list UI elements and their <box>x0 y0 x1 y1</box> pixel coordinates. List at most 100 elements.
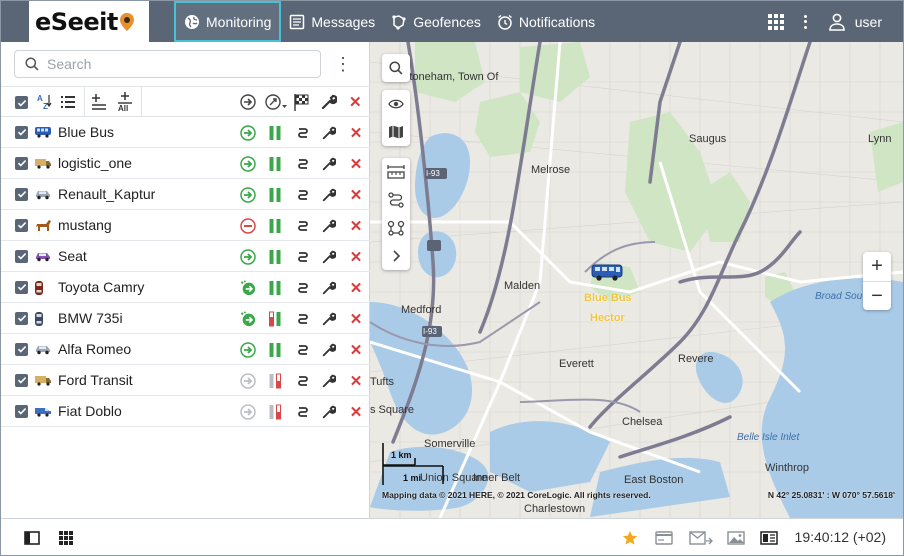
unit-checkbox[interactable] <box>15 311 28 325</box>
unit-row[interactable]: Ford Transit ✕ <box>1 365 370 396</box>
unit-name[interactable]: Fiat Doblo <box>58 403 122 419</box>
unit-name[interactable]: Toyota Camry <box>58 279 144 295</box>
delete-icon[interactable]: ✕ <box>348 187 364 204</box>
image-icon[interactable] <box>727 529 745 547</box>
unit-checkbox[interactable] <box>15 373 28 387</box>
delete-icon[interactable]: ✕ <box>348 218 364 235</box>
unit-row[interactable]: Blue Bus ✕ <box>1 117 370 148</box>
header-motion-icon[interactable] <box>240 94 256 110</box>
ignition-state-icon[interactable] <box>267 404 283 420</box>
motion-state-icon[interactable] <box>240 218 256 234</box>
unit-row[interactable]: BMW 735i ✕ <box>1 303 370 334</box>
user-name[interactable]: user <box>855 14 882 30</box>
add-unit-icon[interactable] <box>91 93 107 111</box>
favorites-star-icon[interactable] <box>621 529 639 547</box>
motion-state-icon[interactable] <box>240 125 256 141</box>
link-icon[interactable] <box>295 404 311 420</box>
link-icon[interactable] <box>295 342 311 358</box>
unit-row[interactable]: mustang ✕ <box>1 210 370 241</box>
link-icon[interactable] <box>295 125 311 141</box>
link-icon[interactable] <box>295 373 311 389</box>
motion-state-icon[interactable] <box>240 280 256 296</box>
unit-checkbox[interactable] <box>15 156 28 170</box>
unit-name[interactable]: Seat <box>58 248 87 264</box>
map-layers-button[interactable] <box>382 118 410 146</box>
delete-icon[interactable]: ✕ <box>348 404 364 421</box>
ignition-state-icon[interactable] <box>267 125 283 141</box>
tab-messages[interactable]: Messages <box>281 1 383 42</box>
delete-icon[interactable]: ✕ <box>348 249 364 266</box>
motion-state-icon[interactable] <box>240 156 256 172</box>
unit-checkbox[interactable] <box>15 218 28 232</box>
link-icon[interactable] <box>295 249 311 265</box>
more-vertical-icon[interactable] <box>801 13 811 31</box>
motion-state-icon[interactable] <box>240 342 256 358</box>
app-logo[interactable]: eSeeit <box>29 1 149 42</box>
ignition-state-icon[interactable] <box>267 373 283 389</box>
list-view-icon[interactable] <box>61 95 75 109</box>
wrench-icon[interactable] <box>321 249 337 265</box>
map-view[interactable]: Stoneham, Town Of Melrose Saugus Lynn Ma… <box>370 42 903 518</box>
bus-marker-icon[interactable] <box>591 262 623 282</box>
tab-notifications[interactable]: Notifications <box>489 1 603 42</box>
tab-monitoring[interactable]: Monitoring <box>174 1 282 42</box>
unit-row[interactable]: Seat ✕ <box>1 241 370 272</box>
zoom-in-button[interactable]: + <box>863 252 891 281</box>
header-wrench-icon[interactable] <box>321 94 338 110</box>
ignition-state-icon[interactable] <box>267 342 283 358</box>
wrench-icon[interactable] <box>321 187 337 203</box>
delete-icon[interactable]: ✕ <box>348 156 364 173</box>
wrench-icon[interactable] <box>321 342 337 358</box>
list-options-icon[interactable]: ⋮ <box>333 54 353 74</box>
unit-name[interactable]: Alfa Romeo <box>58 341 131 357</box>
unit-name[interactable]: mustang <box>58 217 112 233</box>
wrench-icon[interactable] <box>321 125 337 141</box>
wrench-icon[interactable] <box>321 373 337 389</box>
zoom-out-button[interactable]: − <box>863 281 891 310</box>
tab-geofences[interactable]: Geofences <box>383 1 489 42</box>
link-icon[interactable] <box>295 311 311 327</box>
link-icon[interactable] <box>295 280 311 296</box>
ignition-state-icon[interactable] <box>267 280 283 296</box>
unit-checkbox[interactable] <box>15 249 28 263</box>
apps-grid-icon[interactable] <box>57 529 75 547</box>
motion-state-icon[interactable] <box>240 373 256 389</box>
motion-state-icon[interactable] <box>240 404 256 420</box>
unit-name[interactable]: Renault_Kaptur <box>58 186 155 202</box>
map-search-button[interactable] <box>382 54 410 82</box>
route-button[interactable] <box>382 186 410 214</box>
waypoints-button[interactable] <box>382 214 410 242</box>
unit-name[interactable]: Ford Transit <box>58 372 133 388</box>
card-icon[interactable] <box>655 529 673 547</box>
header-connection-icon[interactable] <box>265 93 287 111</box>
ignition-state-icon[interactable] <box>267 311 283 327</box>
link-icon[interactable] <box>295 156 311 172</box>
ignition-state-icon[interactable] <box>267 156 283 172</box>
toggle-panel-icon[interactable] <box>23 529 41 547</box>
unit-checkbox[interactable] <box>15 342 28 356</box>
unit-row[interactable]: Fiat Doblo ✕ <box>1 396 370 427</box>
wrench-icon[interactable] <box>321 280 337 296</box>
link-icon[interactable] <box>295 187 311 203</box>
unit-checkbox[interactable] <box>15 280 28 294</box>
motion-state-icon[interactable] <box>240 187 256 203</box>
header-finish-flag-icon[interactable] <box>293 93 311 111</box>
user-icon[interactable] <box>828 13 845 31</box>
motion-state-icon[interactable] <box>240 311 256 327</box>
delete-icon[interactable]: ✕ <box>348 342 364 359</box>
delete-icon[interactable]: ✕ <box>348 311 364 328</box>
wrench-icon[interactable] <box>321 218 337 234</box>
unit-row[interactable]: Alfa Romeo ✕ <box>1 334 370 365</box>
unit-row[interactable]: Toyota Camry ✕ <box>1 272 370 303</box>
expand-tools-button[interactable] <box>382 242 410 270</box>
unit-checkbox[interactable] <box>15 187 28 201</box>
link-icon[interactable] <box>295 218 311 234</box>
wrench-icon[interactable] <box>321 311 337 327</box>
unit-row[interactable]: logistic_one ✕ <box>1 148 370 179</box>
id-card-icon[interactable] <box>760 529 778 547</box>
search-input[interactable] <box>47 56 297 72</box>
ignition-state-icon[interactable] <box>267 249 283 265</box>
map-visibility-button[interactable] <box>382 90 410 118</box>
ruler-button[interactable] <box>382 158 410 186</box>
unit-row[interactable]: Renault_Kaptur ✕ <box>1 179 370 210</box>
